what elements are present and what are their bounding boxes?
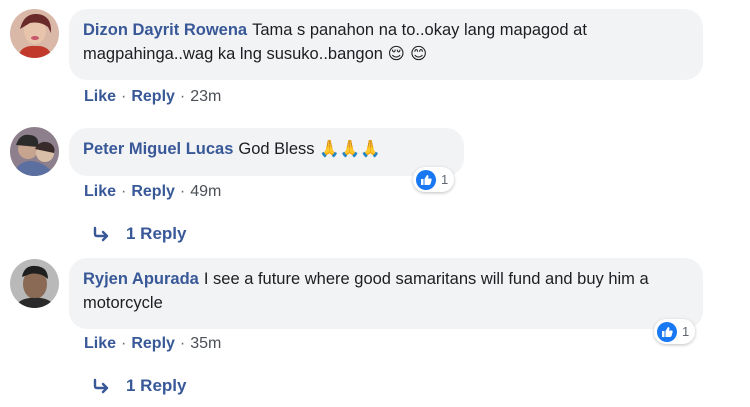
like-icon: [657, 321, 677, 342]
reaction-summary[interactable]: 1: [413, 167, 455, 192]
comment-actions: Like · Reply · 49m: [84, 182, 221, 202]
comment-author[interactable]: Peter Miguel Lucas: [83, 140, 233, 158]
like-icon: [416, 169, 436, 190]
reaction-count: 1: [441, 172, 449, 187]
replies-count-label: 1 Reply: [126, 376, 187, 395]
replies-count-label: 1 Reply: [126, 224, 187, 243]
reply-link[interactable]: Reply: [131, 335, 175, 352]
view-replies-link[interactable]: 1 Reply: [92, 374, 186, 398]
emoji: 😌 😊: [387, 44, 428, 63]
separator: ·: [179, 88, 186, 105]
reply-link[interactable]: Reply: [131, 183, 175, 200]
reply-arrow-icon: [92, 226, 112, 242]
view-replies-link[interactable]: 1 Reply: [92, 222, 186, 246]
comment-author[interactable]: Dizon Dayrit Rowena: [83, 21, 247, 39]
like-link[interactable]: Like: [84, 88, 116, 105]
comment-bubble: Dizon Dayrit Rowena Tama s panahon na to.…: [69, 9, 703, 80]
separator: ·: [179, 335, 186, 352]
like-link[interactable]: Like: [84, 335, 116, 352]
reply-arrow-icon: [92, 378, 112, 394]
separator: ·: [179, 183, 186, 200]
timestamp[interactable]: 49m: [190, 183, 221, 200]
separator: ·: [121, 335, 127, 352]
separator: ·: [121, 88, 127, 105]
timestamp[interactable]: 23m: [190, 88, 221, 105]
comment-author[interactable]: Ryjen Apurada: [83, 270, 199, 288]
reaction-count: 1: [682, 324, 690, 339]
separator: ·: [121, 183, 127, 200]
comment-bubble: Ryjen Apurada I see a future where good s…: [69, 258, 703, 329]
reaction-summary[interactable]: 1: [654, 319, 696, 344]
avatar[interactable]: [10, 127, 59, 176]
comment-text: God Bless: [238, 140, 315, 158]
timestamp[interactable]: 35m: [190, 335, 221, 352]
like-link[interactable]: Like: [84, 183, 116, 200]
avatar[interactable]: [10, 259, 59, 308]
reply-link[interactable]: Reply: [131, 88, 175, 105]
comment-actions: Like · Reply · 35m: [84, 334, 221, 354]
emoji: 🙏🙏🙏: [319, 139, 381, 158]
comment-actions: Like · Reply · 23m: [84, 87, 221, 107]
avatar[interactable]: [10, 9, 59, 58]
comment-bubble: Peter Miguel Lucas God Bless 🙏🙏🙏: [69, 128, 464, 176]
